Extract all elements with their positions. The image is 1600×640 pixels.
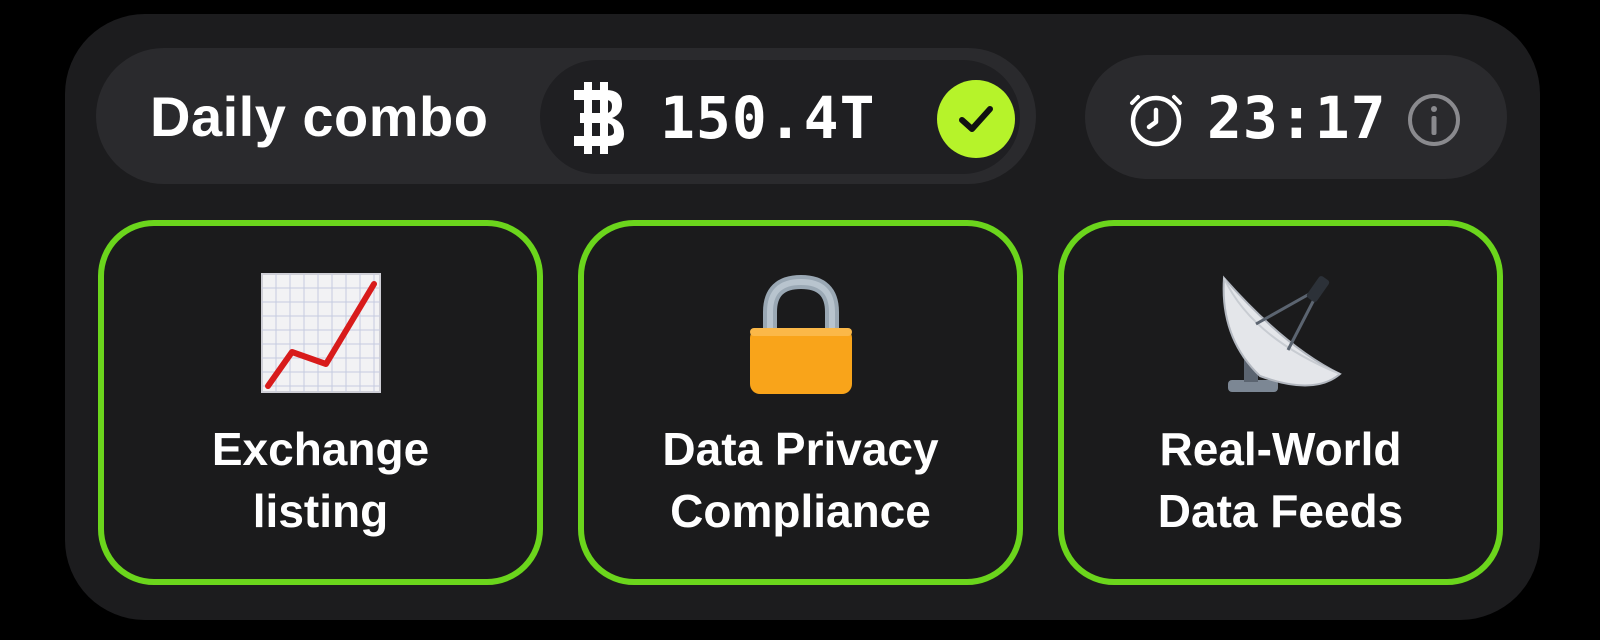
combo-card-data-privacy[interactable]: Data Privacy Compliance	[578, 220, 1023, 585]
reward-amount: 150.4T	[660, 84, 876, 152]
chart-increasing-icon	[260, 273, 381, 393]
combo-card-exchange-listing[interactable]: Exchange listing	[98, 220, 543, 585]
clock-icon	[1130, 95, 1182, 147]
coin-icon	[574, 82, 624, 154]
lock-icon	[749, 274, 852, 394]
timer-countdown: 23:17	[1207, 84, 1387, 152]
card-label: Data Privacy Compliance	[662, 423, 939, 537]
satellite-antenna-icon	[1222, 275, 1342, 392]
info-icon[interactable]	[1407, 93, 1461, 147]
card-label: Real-World Data Feeds	[1157, 423, 1404, 537]
combo-card-real-world-data[interactable]: Real-World Data Feeds	[1058, 220, 1503, 585]
daily-combo-title: Daily combo	[150, 85, 489, 148]
check-icon	[937, 80, 1015, 158]
card-label: Exchange listing	[211, 423, 430, 537]
